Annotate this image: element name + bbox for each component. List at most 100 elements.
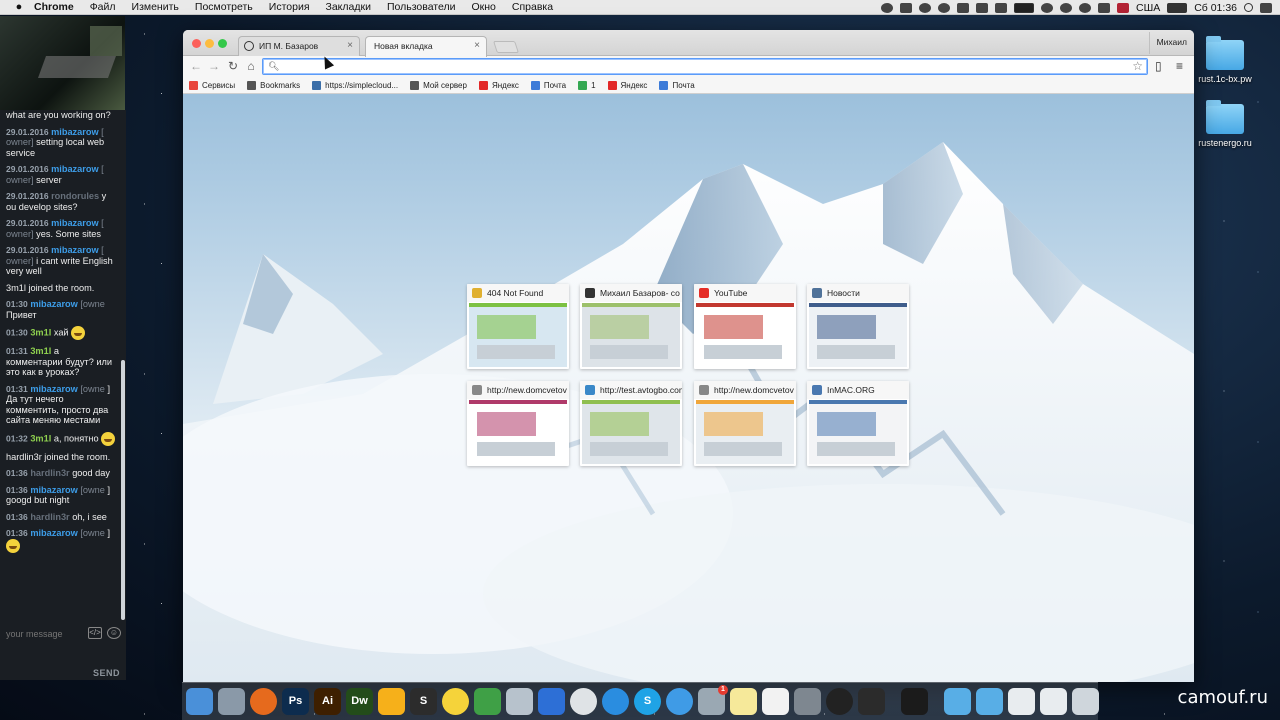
back-arrow-icon[interactable]: ← (189, 59, 203, 73)
address-bar[interactable]: 🔍︎ ☆ (262, 58, 1148, 75)
chat-message-list[interactable]: what are you working on? 29.01.2016 mibaz… (0, 110, 120, 620)
device-icon[interactable]: ▯ (1155, 59, 1162, 73)
bookmark-item[interactable]: Bookmarks (247, 81, 300, 90)
apple-menu-icon[interactable]: ● (12, 1, 26, 13)
chat-username[interactable]: mibazarow (30, 299, 77, 309)
skype-icon[interactable]: S (634, 688, 661, 715)
screenshot-icon[interactable] (899, 2, 912, 13)
chrome-icon[interactable] (570, 688, 597, 715)
chat-username[interactable]: mibazarow (30, 384, 77, 394)
activity-icon[interactable] (956, 2, 969, 13)
camera-icon[interactable] (858, 688, 885, 715)
chat-username[interactable]: 3m1l (30, 433, 51, 443)
tab-close-icon[interactable]: × (347, 40, 353, 51)
close-window-button[interactable] (192, 39, 201, 48)
chrome-menu-icon[interactable]: ≡ (1176, 59, 1183, 73)
profile-button[interactable]: Михаил (1148, 32, 1194, 54)
wifi-icon[interactable] (1078, 2, 1091, 13)
address-input[interactable] (283, 60, 1113, 73)
mail-icon[interactable]: 1 (698, 685, 728, 715)
chat-username[interactable]: hardlin3r (30, 512, 69, 522)
chat-username[interactable]: mibazarow (51, 127, 98, 137)
gpu-icon[interactable] (975, 2, 988, 13)
chat-message-input[interactable] (6, 628, 96, 640)
tab-new-tab[interactable]: Новая вкладка × (365, 36, 487, 57)
menu-people[interactable]: Пользователи (379, 1, 464, 13)
chat-username[interactable]: hardlin3r (30, 468, 69, 478)
bookmark-item[interactable]: 1 (578, 81, 596, 90)
tab-ip-bazarov[interactable]: ИП М. Базаров × (238, 36, 360, 56)
chat-username[interactable]: 3m1l (30, 327, 51, 337)
illustrator-icon[interactable]: Ai (314, 688, 341, 715)
zoom-window-button[interactable] (218, 39, 227, 48)
home-icon[interactable]: ⌂ (244, 59, 258, 73)
leaf-app-icon[interactable] (474, 688, 501, 715)
finder-icon[interactable] (186, 688, 213, 715)
most-visited-tile[interactable]: 404 Not Found (467, 284, 569, 369)
terminal-icon[interactable] (901, 688, 928, 715)
menu-history[interactable]: История (261, 1, 318, 13)
menu-app-chrome[interactable]: Chrome (26, 1, 82, 13)
forward-arrow-icon[interactable]: → (207, 59, 221, 73)
downloads-folder-icon[interactable] (944, 688, 971, 715)
notification-center-icon[interactable] (1260, 2, 1272, 13)
messages-icon[interactable] (666, 688, 693, 715)
chat-username[interactable]: mibazarow (51, 164, 98, 174)
dreamweaver-icon[interactable]: Dw (346, 688, 373, 715)
input-source-label[interactable]: США (1136, 2, 1160, 14)
screenshot-stack-icon[interactable] (1008, 688, 1035, 715)
most-visited-tile[interactable]: InMAC.ORG (807, 381, 909, 466)
us-flag-icon[interactable] (1116, 2, 1129, 13)
dropbox-icon[interactable] (937, 2, 950, 13)
sketch-icon[interactable] (378, 688, 405, 715)
spotlight-icon[interactable] (1244, 3, 1253, 12)
most-visited-tile[interactable]: http://new.domcvetov (694, 381, 796, 466)
desktop-folder-rustenergo[interactable]: rustenergo.ru (1190, 100, 1260, 148)
bookmark-item[interactable]: Мой сервер (410, 81, 467, 90)
obs-icon[interactable] (826, 688, 853, 715)
xcode-icon[interactable] (506, 688, 533, 715)
most-visited-tile[interactable]: http://new.domcvetov (467, 381, 569, 466)
bluetooth-icon[interactable] (1059, 2, 1072, 13)
bookmark-star-icon[interactable]: ☆ (1132, 59, 1143, 73)
file-stack-icon[interactable] (1040, 688, 1067, 715)
firefox-icon[interactable] (250, 688, 277, 715)
menu-file[interactable]: Файл (82, 1, 124, 13)
volume-icon[interactable] (1097, 2, 1110, 13)
menu-help[interactable]: Справка (504, 1, 561, 13)
documents-folder-icon[interactable] (976, 688, 1003, 715)
chat-send-button[interactable]: SEND (93, 668, 120, 678)
sublime-icon[interactable]: S (410, 688, 437, 715)
bookmark-item[interactable]: Сервисы (189, 81, 235, 90)
chat-username[interactable]: rondorules (51, 191, 99, 201)
most-visited-tile[interactable]: http://test.avtogbo.com (580, 381, 682, 466)
menu-edit[interactable]: Изменить (124, 1, 187, 13)
menu-window[interactable]: Окно (464, 1, 504, 13)
menubar-clock[interactable]: Сб 01:36 (1194, 2, 1237, 14)
malwarebytes-icon[interactable] (918, 2, 931, 13)
chat-scrollbar[interactable] (121, 360, 125, 620)
menu-bookmarks[interactable]: Закладки (318, 1, 379, 13)
photoshop-icon[interactable]: Ps (282, 688, 309, 715)
reload-icon[interactable]: ↻ (226, 59, 240, 73)
settings-icon[interactable] (794, 688, 821, 715)
clipboard-icon[interactable] (994, 2, 1007, 13)
most-visited-tile[interactable]: YouTube (694, 284, 796, 369)
launchpad-icon[interactable] (218, 688, 245, 715)
chat-username[interactable]: mibazarow (30, 528, 77, 538)
notes-icon[interactable] (730, 688, 757, 715)
bookmark-item[interactable]: Почта (530, 81, 566, 90)
cpu-graph-icon[interactable] (1013, 2, 1034, 13)
menu-view[interactable]: Посмотреть (187, 1, 261, 13)
new-tab-button[interactable] (493, 41, 519, 53)
safari-icon[interactable] (602, 688, 629, 715)
time-machine-icon[interactable] (1040, 2, 1053, 13)
emoji-picker-icon[interactable]: ☺ (107, 627, 121, 639)
battery-icon[interactable] (1167, 2, 1188, 13)
code-insert-icon[interactable]: </> (88, 627, 102, 639)
bookmark-item[interactable]: https://simplecloud... (312, 81, 398, 90)
skype-status-icon[interactable] (880, 2, 893, 13)
chat-username[interactable]: 3m1l (30, 346, 51, 356)
bookmark-item[interactable]: Почта (659, 81, 695, 90)
most-visited-tile[interactable]: Новости (807, 284, 909, 369)
